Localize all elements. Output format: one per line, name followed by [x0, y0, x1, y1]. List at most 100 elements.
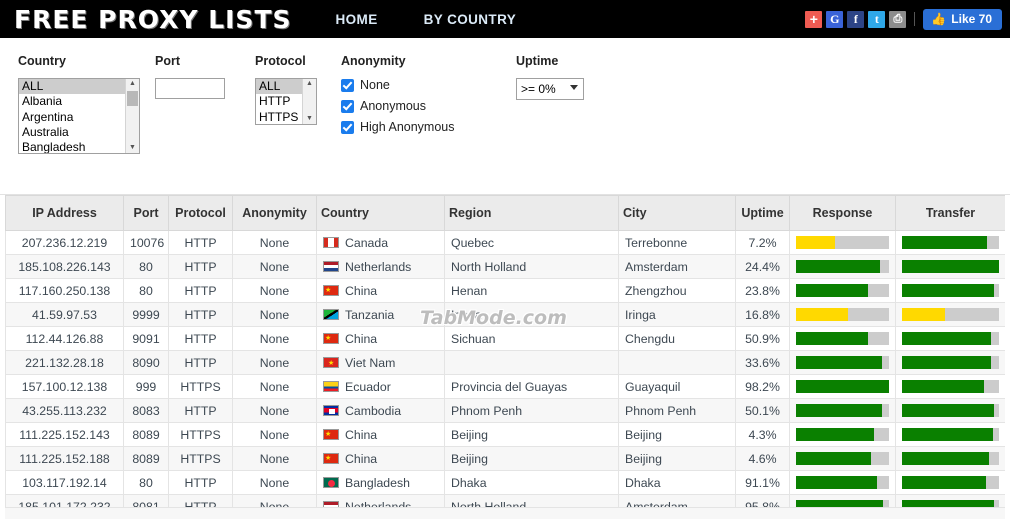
country-name: Netherlands — [345, 259, 412, 274]
uptime-select[interactable]: >= 0% — [516, 78, 584, 100]
proxy-table: IP Address Port Protocol Anonymity Count… — [5, 195, 1005, 519]
cell-protocol: HTTPS — [168, 446, 233, 471]
cell-transfer — [895, 446, 1005, 471]
table-row[interactable]: 157.100.12.138 999 HTTPS None Ecuador Provinc… — [5, 374, 1005, 399]
checkbox-icon[interactable] — [341, 99, 354, 113]
column-header-response[interactable]: Response — [789, 195, 896, 231]
table-row[interactable]: 111.225.152.143 8089 HTTPS None ★ China Beijin… — [5, 422, 1005, 447]
country-option[interactable]: Bangladesh — [19, 140, 125, 153]
cell-ip-address: 207.236.12.219 — [5, 230, 124, 255]
chevron-up-icon[interactable]: ▲ — [306, 79, 313, 89]
column-header-port[interactable]: Port — [123, 195, 169, 231]
cell-city: Dhaka — [618, 470, 736, 495]
chevron-up-icon[interactable]: ▲ — [129, 79, 136, 89]
table-row[interactable]: 103.117.192.14 80 HTTP None Bangladesh Dhaka D… — [5, 470, 1005, 495]
flag-icon-vn: ★ — [323, 357, 339, 368]
protocol-select[interactable]: ALL HTTP HTTPS ▲ ▼ — [255, 78, 317, 125]
country-scrollbar[interactable]: ▲ ▼ — [125, 79, 139, 153]
cell-response — [789, 398, 896, 423]
protocol-option[interactable]: HTTPS — [256, 110, 302, 124]
cell-city: Chengdu — [618, 326, 736, 351]
scrollbar-thumb[interactable] — [127, 91, 138, 106]
cell-ip-address: 111.225.152.143 — [5, 422, 124, 447]
table-row[interactable]: 43.255.113.232 8083 HTTP None Cambodia Phnom … — [5, 398, 1005, 423]
cell-ip-address: 117.160.250.138 — [5, 278, 124, 303]
checkbox-icon[interactable] — [341, 120, 354, 134]
table-row[interactable]: 185.108.226.143 80 HTTP None Netherlands Nort… — [5, 254, 1005, 279]
country-name: Viet Nam — [345, 355, 396, 370]
anonymity-option-label: None — [360, 78, 390, 92]
column-header-ip-address[interactable]: IP Address — [5, 195, 124, 231]
anonymity-option-none[interactable]: None — [341, 78, 451, 92]
response-bar — [796, 452, 889, 465]
transfer-bar — [902, 404, 999, 417]
table-row[interactable]: 221.132.28.18 8090 HTTP None ★ Viet Nam 33.6% — [5, 350, 1005, 375]
cell-region: Beijing — [444, 422, 619, 447]
column-header-anonymity[interactable]: Anonymity — [232, 195, 317, 231]
column-header-transfer[interactable]: Transfer — [895, 195, 1005, 231]
column-header-uptime[interactable]: Uptime — [735, 195, 790, 231]
cell-uptime: 33.6% — [735, 350, 790, 375]
cell-anonymity: None — [232, 350, 317, 375]
country-option[interactable]: Albania — [19, 94, 125, 109]
cell-port: 8089 — [123, 446, 169, 471]
cell-transfer — [895, 470, 1005, 495]
column-header-city[interactable]: City — [618, 195, 736, 231]
port-filter-group: Port — [155, 54, 225, 99]
table-row[interactable]: 117.160.250.138 80 HTTP None ★ China Henan Zhen… — [5, 278, 1005, 303]
print-icon[interactable]: ⎙ — [889, 10, 907, 28]
cell-protocol: HTTP — [168, 230, 233, 255]
facebook-icon[interactable]: f — [847, 10, 865, 28]
twitter-icon[interactable]: t — [868, 10, 886, 28]
anonymity-option-anonymous[interactable]: Anonymous — [341, 99, 451, 113]
transfer-bar — [902, 332, 999, 345]
site-logo[interactable]: FREE PROXY LISTS — [14, 5, 292, 34]
table-row[interactable]: 207.236.12.219 10076 HTTP None Canada Quebec T… — [5, 230, 1005, 255]
port-input[interactable] — [155, 78, 225, 99]
cell-port: 9091 — [123, 326, 169, 351]
table-row[interactable]: 112.44.126.88 9091 HTTP None ★ China Sichuan Ch… — [5, 326, 1005, 351]
nav-link-by-country[interactable]: BY COUNTRY — [424, 12, 517, 27]
country-option[interactable]: ALL — [19, 79, 125, 95]
chevron-down-icon[interactable]: ▼ — [306, 114, 313, 124]
checkbox-icon[interactable] — [341, 78, 354, 92]
country-label-with-flag: Cambodia — [323, 404, 438, 418]
like-button-label: Like 70 — [951, 11, 992, 26]
nav-link-home[interactable]: HOME — [336, 12, 378, 27]
uptime-selected-value: >= 0% — [521, 82, 556, 96]
google-icon[interactable]: G — [826, 10, 844, 28]
anonymity-option-high-anonymous[interactable]: High Anonymous — [341, 120, 455, 134]
cell-country: Bangladesh — [316, 470, 445, 495]
cell-protocol: HTTP — [168, 326, 233, 351]
cell-protocol: HTTP — [168, 350, 233, 375]
cell-protocol: HTTP — [168, 470, 233, 495]
table-row[interactable]: 41.59.97.53 9999 HTTP None Tanzania Iringa Iri… — [5, 302, 1005, 327]
facebook-like-button[interactable]: 👍 Like 70 — [923, 8, 1002, 30]
column-header-protocol[interactable]: Protocol — [168, 195, 233, 231]
column-header-region[interactable]: Region — [444, 195, 619, 231]
anonymity-option-label: High Anonymous — [360, 120, 455, 134]
cell-anonymity: None — [232, 326, 317, 351]
cell-uptime: 4.6% — [735, 446, 790, 471]
table-row[interactable]: 111.225.152.188 8089 HTTPS None ★ China Beijin… — [5, 446, 1005, 471]
response-bar — [796, 380, 889, 393]
country-label-with-flag: ★ China — [323, 284, 438, 298]
cell-transfer — [895, 374, 1005, 399]
country-option[interactable]: Argentina — [19, 110, 125, 125]
country-select[interactable]: ALL Albania Argentina Australia Banglade… — [18, 78, 140, 154]
country-option[interactable]: Australia — [19, 125, 125, 140]
protocol-scrollbar[interactable]: ▲ ▼ — [302, 79, 316, 124]
chevron-down-icon[interactable]: ▼ — [129, 143, 136, 153]
cell-response — [789, 278, 896, 303]
country-name: Bangladesh — [345, 475, 410, 490]
cell-anonymity: None — [232, 230, 317, 255]
transfer-bar — [902, 380, 999, 393]
flag-icon-nl — [323, 261, 339, 272]
transfer-bar — [902, 284, 999, 297]
cell-anonymity: None — [232, 398, 317, 423]
column-header-country[interactable]: Country — [316, 195, 445, 231]
protocol-option[interactable]: ALL — [256, 79, 302, 95]
share-plus-icon[interactable]: + — [805, 10, 823, 28]
filter-panel: Country ALL Albania Argentina Australia … — [0, 38, 1010, 195]
protocol-option[interactable]: HTTP — [256, 94, 302, 109]
